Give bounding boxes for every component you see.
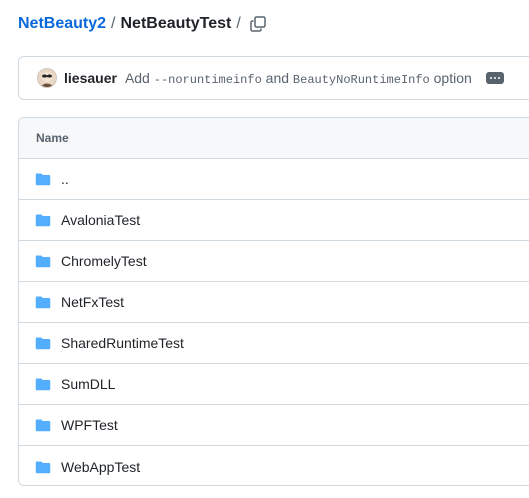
row-name[interactable]: NetFxTest [61,294,124,310]
commit-message-mid: and [261,69,293,86]
table-row[interactable]: AvaloniaTest [19,200,529,241]
table-header: Name [19,118,529,159]
table-row[interactable]: SumDLL [19,364,529,405]
row-name[interactable]: .. [61,171,69,187]
row-name[interactable]: AvaloniaTest [61,212,140,228]
copy-icon [250,16,266,32]
avatar-face-icon [40,72,54,87]
breadcrumb-separator: / [111,15,116,32]
ellipsis-icon[interactable] [485,72,504,84]
commit-code-option: BeautyNoRuntimeInfo [292,72,430,87]
commit-code-flag: --noruntimeinfo [153,72,262,87]
row-name[interactable]: SharedRuntimeTest [61,335,184,351]
commit-message-post: option [429,69,472,86]
commit-message[interactable]: Add --noruntimeinfo and BeautyNoRuntimeI… [125,70,472,87]
commit-message-pre: Add [124,69,154,86]
breadcrumb-current-folder: NetBeautyTest [120,15,232,32]
latest-commit-bar: liesauer Add --noruntimeinfo and BeautyN… [18,56,529,100]
copy-path-button[interactable] [246,12,270,36]
commit-author[interactable]: liesauer [64,70,117,86]
folder-icon [35,171,51,187]
avatar[interactable] [37,68,57,88]
folder-icon [35,335,51,351]
folder-icon [35,212,51,228]
row-name[interactable]: WPFTest [61,417,118,433]
folder-icon [35,459,51,475]
file-table: Name .. AvaloniaTest ChromelyTest NetFxTest… [18,117,529,486]
column-header-name: Name [36,131,69,145]
table-row[interactable]: SharedRuntimeTest [19,323,529,364]
breadcrumb-trailing-separator: / [236,15,241,32]
table-row[interactable]: NetFxTest [19,282,529,323]
folder-icon [35,376,51,392]
breadcrumb-repo-link[interactable]: NetBeauty2 [18,15,106,33]
breadcrumb: NetBeauty2 / NetBeautyTest / [18,12,246,36]
row-name[interactable]: ChromelyTest [61,253,147,269]
folder-icon [35,417,51,433]
table-row[interactable]: ChromelyTest [19,241,529,282]
parent-directory-row[interactable]: .. [19,159,529,200]
folder-icon [35,294,51,310]
folder-icon [35,253,51,269]
table-row[interactable]: WPFTest [19,405,529,446]
row-name[interactable]: WebAppTest [61,459,140,475]
row-name[interactable]: SumDLL [61,376,115,392]
table-row[interactable]: WebAppTest [19,446,529,485]
